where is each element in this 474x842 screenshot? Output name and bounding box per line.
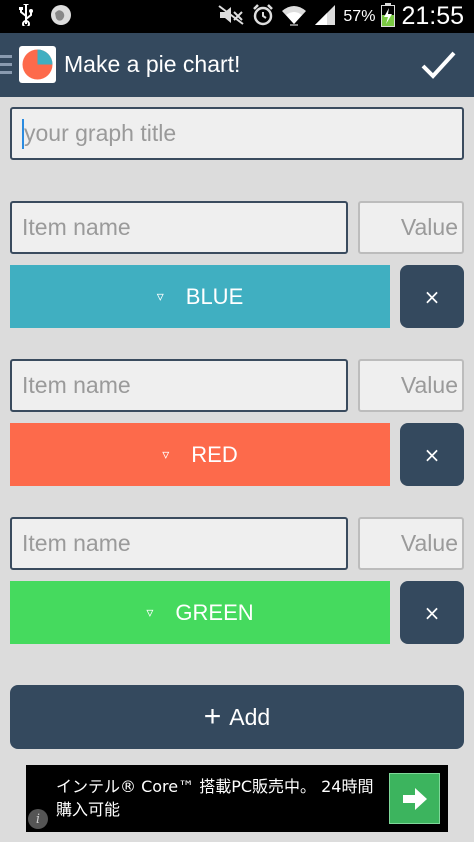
clock: 21:55 bbox=[401, 2, 464, 30]
dropdown-triangle-icon: ▿ bbox=[156, 288, 164, 304]
dropdown-triangle-icon: ▿ bbox=[162, 446, 170, 462]
graph-title-input[interactable]: your graph title bbox=[10, 107, 464, 160]
plus-icon: + bbox=[203, 700, 222, 733]
item-value-placeholder: Value bbox=[400, 530, 458, 556]
info-icon[interactable]: i bbox=[28, 809, 48, 829]
arrow-right-icon[interactable] bbox=[389, 773, 440, 824]
usb-icon bbox=[18, 1, 34, 30]
color-select-red[interactable]: ▿ RED bbox=[10, 423, 390, 486]
color-select-green[interactable]: ▿ GREEN bbox=[10, 581, 390, 644]
item-value-placeholder: Value bbox=[400, 214, 458, 240]
delete-item-button[interactable]: × bbox=[400, 265, 464, 328]
item-name-input[interactable]: Item name bbox=[10, 517, 348, 570]
item-value-placeholder: Value bbox=[400, 372, 458, 398]
item-name-placeholder: Item name bbox=[22, 372, 131, 398]
ad-text: インテル® Core™ 搭載PC販売中。 24時間購入可能 bbox=[56, 777, 374, 819]
delete-item-button[interactable]: × bbox=[400, 581, 464, 644]
color-label: GREEN bbox=[175, 599, 254, 625]
battery-charging-icon bbox=[381, 2, 396, 31]
item-value-input[interactable]: Value bbox=[358, 201, 464, 254]
item-value-input[interactable]: Value bbox=[358, 359, 464, 412]
item-name-placeholder: Item name bbox=[22, 530, 131, 556]
add-item-button[interactable]: + Add bbox=[10, 685, 464, 749]
color-label: RED bbox=[191, 441, 238, 467]
app-title: Make a pie chart! bbox=[64, 51, 241, 77]
wifi-icon bbox=[281, 4, 307, 30]
status-bar: 57% 21:55 bbox=[0, 0, 474, 33]
app-bar: Make a pie chart! bbox=[0, 33, 474, 97]
item-name-input[interactable]: Item name bbox=[10, 201, 348, 254]
graph-title-placeholder: your graph title bbox=[24, 120, 177, 146]
pie-chart-app-icon bbox=[19, 46, 56, 83]
status-bar-right: 57% 21:55 bbox=[217, 2, 464, 31]
close-icon: × bbox=[423, 600, 441, 625]
item-value-input[interactable]: Value bbox=[358, 517, 464, 570]
checkmark-icon[interactable] bbox=[418, 45, 458, 85]
dropdown-triangle-icon: ▿ bbox=[146, 604, 154, 620]
alarm-icon bbox=[251, 3, 275, 31]
status-bar-left bbox=[18, 1, 72, 30]
add-label: Add bbox=[229, 703, 271, 730]
menu-icon[interactable] bbox=[0, 55, 12, 75]
battery-percent: 57% bbox=[343, 7, 376, 25]
delete-item-button[interactable]: × bbox=[400, 423, 464, 486]
item-name-input[interactable]: Item name bbox=[10, 359, 348, 412]
mute-icon bbox=[217, 4, 245, 30]
item-name-placeholder: Item name bbox=[22, 214, 131, 240]
close-icon: × bbox=[423, 284, 441, 309]
close-icon: × bbox=[423, 442, 441, 467]
ad-banner[interactable]: インテル® Core™ 搭載PC販売中。 24時間購入可能 i bbox=[26, 765, 448, 832]
notification-icon bbox=[50, 4, 72, 30]
color-label: BLUE bbox=[185, 283, 244, 309]
color-select-blue[interactable]: ▿ BLUE bbox=[10, 265, 390, 328]
signal-icon bbox=[313, 4, 337, 30]
